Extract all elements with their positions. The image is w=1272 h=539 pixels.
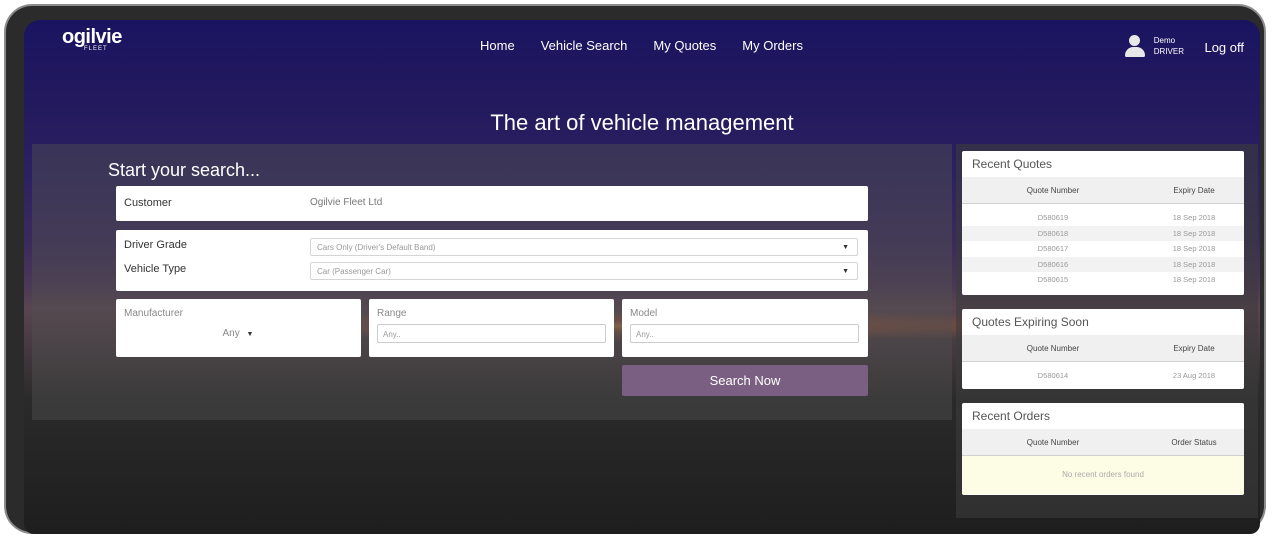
column-header: Quote Number xyxy=(1026,343,1080,353)
driver-grade-value: Cars Only (Driver's Default Band) xyxy=(317,243,436,252)
manufacturer-card: Manufacturer Any ▼ xyxy=(116,299,361,357)
expiry-date: 23 Aug 2018 xyxy=(1172,370,1216,380)
chevron-down-icon: ▼ xyxy=(842,268,849,275)
expiry-date: 18 Sep 2018 xyxy=(1172,213,1216,223)
device-frame: ogilvie FLEET Home Vehicle Search My Quo… xyxy=(6,6,1264,534)
model-card: Model Any.. xyxy=(622,299,868,357)
user-role: DRIVER xyxy=(1153,47,1184,56)
manufacturer-label: Manufacturer xyxy=(124,308,183,319)
vehicle-type-select[interactable]: Car (Passenger Car) ▼ xyxy=(310,262,858,280)
expiry-date: 18 Sep 2018 xyxy=(1172,275,1216,285)
driver-grade-select[interactable]: Cars Only (Driver's Default Band) ▼ xyxy=(310,238,858,256)
recent-orders-header: Quote Number Order Status xyxy=(962,429,1244,456)
recent-quotes-header: Quote Number Expiry Date xyxy=(962,177,1244,204)
table-row[interactable]: D580618 18 Sep 2018 xyxy=(962,225,1244,241)
customer-card: Customer Ogilvie Fleet Ltd xyxy=(116,186,868,221)
model-label: Model xyxy=(630,308,658,319)
expiring-quotes-box: Quotes Expiring Soon Quote Number Expiry… xyxy=(962,309,1244,389)
expiring-quotes-title: Quotes Expiring Soon xyxy=(972,315,1089,329)
nav-my-quotes[interactable]: My Quotes xyxy=(653,38,716,53)
nav-home[interactable]: Home xyxy=(480,38,515,53)
search-now-button[interactable]: Search Now xyxy=(622,365,868,396)
column-header: Expiry Date xyxy=(1173,185,1215,195)
column-header: Expiry Date xyxy=(1173,343,1215,353)
driver-vehicle-card: Driver Grade Cars Only (Driver's Default… xyxy=(116,230,868,291)
table-row[interactable]: D580615 18 Sep 2018 xyxy=(962,272,1244,288)
range-label: Range xyxy=(377,308,407,319)
screen: ogilvie FLEET Home Vehicle Search My Quo… xyxy=(24,20,1260,534)
driver-grade-label: Driver Grade xyxy=(124,239,187,251)
column-header: Order Status xyxy=(1171,437,1217,447)
model-input[interactable]: Any.. xyxy=(630,324,859,343)
column-header: Quote Number xyxy=(1026,437,1080,447)
expiry-date: 18 Sep 2018 xyxy=(1172,244,1216,254)
manufacturer-value: Any xyxy=(222,328,240,339)
expiry-date: 18 Sep 2018 xyxy=(1172,228,1216,238)
quote-number: D580615 xyxy=(1037,275,1069,285)
brand-sub: FLEET xyxy=(84,46,108,52)
logoff-link[interactable]: Log off xyxy=(1204,40,1244,55)
user-info: Demo DRIVER xyxy=(1154,35,1184,57)
nav-my-orders[interactable]: My Orders xyxy=(742,38,803,53)
brand-name: ogilvie xyxy=(62,26,122,48)
chevron-down-icon: ▼ xyxy=(842,244,849,251)
nav-vehicle-search[interactable]: Vehicle Search xyxy=(541,38,628,53)
table-row[interactable]: D580614 23 Aug 2018 xyxy=(962,362,1244,388)
recent-quotes-title: Recent Quotes xyxy=(972,157,1053,171)
search-heading: Start your search... xyxy=(108,160,261,180)
user-menu[interactable]: Demo DRIVER xyxy=(1124,35,1184,57)
quote-number: D580619 xyxy=(1037,213,1069,223)
range-input[interactable]: Any.. xyxy=(377,324,606,343)
range-card: Range Any.. xyxy=(369,299,614,357)
table-row[interactable]: D580617 18 Sep 2018 xyxy=(962,241,1244,257)
tagline: The art of vehicle management xyxy=(490,110,794,135)
table-row[interactable]: D580616 18 Sep 2018 xyxy=(962,256,1244,272)
quote-number: D580616 xyxy=(1037,259,1069,269)
vehicle-type-value: Car (Passenger Car) xyxy=(317,267,391,276)
user-name: Demo xyxy=(1153,36,1176,45)
expiry-date: 18 Sep 2018 xyxy=(1172,259,1216,269)
main-nav: Home Vehicle Search My Quotes My Orders xyxy=(480,38,803,53)
vehicle-type-label: Vehicle Type xyxy=(124,263,187,275)
table-row[interactable]: D580619 18 Sep 2018 xyxy=(962,210,1244,226)
customer-value: Ogilvie Fleet Ltd xyxy=(310,197,383,208)
column-header: Quote Number xyxy=(1026,185,1080,195)
quote-number: D580614 xyxy=(1037,370,1069,380)
recent-orders-title: Recent Orders xyxy=(972,409,1051,423)
expiring-quotes-header: Quote Number Expiry Date xyxy=(962,335,1244,362)
quote-number: D580617 xyxy=(1037,244,1069,254)
empty-orders-message: No recent orders found xyxy=(962,456,1244,494)
manufacturer-dropdown[interactable]: Any ▼ xyxy=(124,323,352,345)
caret-down-icon: ▼ xyxy=(246,331,254,338)
recent-orders-box: Recent Orders Quote Number Order Status … xyxy=(962,403,1244,495)
user-icon xyxy=(1124,35,1146,57)
quote-number: D580618 xyxy=(1037,228,1069,238)
brand-logo[interactable]: ogilvie FLEET xyxy=(62,26,122,52)
recent-quotes-box: Recent Quotes Quote Number Expiry Date D… xyxy=(962,151,1244,295)
customer-label: Customer xyxy=(124,197,172,209)
